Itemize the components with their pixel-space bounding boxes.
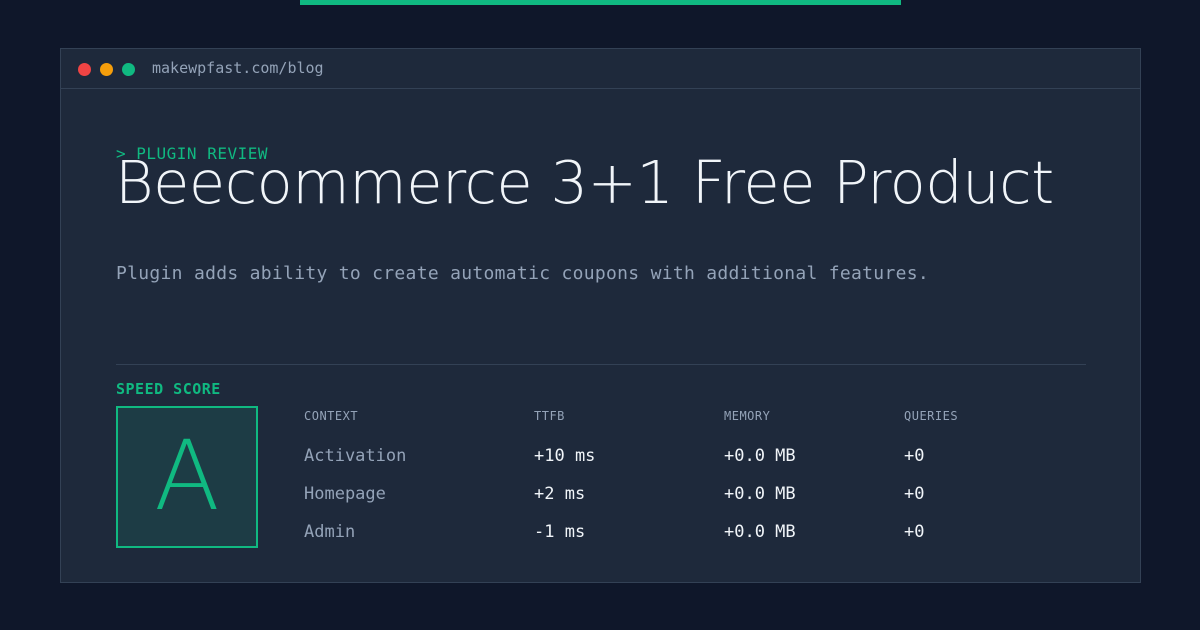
- row-homepage-ttfb: +2 ms: [534, 484, 586, 504]
- post-description: Plugin adds ability to create automatic …: [116, 263, 929, 284]
- close-dot-icon[interactable]: [78, 63, 91, 76]
- row-admin-queries: +0: [904, 522, 925, 542]
- row-activation-ttfb: +10 ms: [534, 446, 596, 466]
- row-activation-queries: +0: [904, 446, 925, 466]
- column-header-memory: MEMORY: [724, 409, 771, 423]
- row-homepage-queries: +0: [904, 484, 925, 504]
- top-accent-bar: [300, 0, 901, 5]
- section-divider: [116, 364, 1086, 365]
- speed-score-grade: A: [154, 420, 220, 532]
- row-homepage-context: Homepage: [304, 484, 386, 504]
- browser-window: makewpfast.com/blog > PLUGIN REVIEW Beec…: [60, 48, 1141, 583]
- row-activation-memory: +0.0 MB: [724, 446, 796, 466]
- minimize-dot-icon[interactable]: [100, 63, 113, 76]
- column-header-ttfb: TTFB: [534, 409, 565, 423]
- row-admin-ttfb: -1 ms: [534, 522, 586, 542]
- row-admin-memory: +0.0 MB: [724, 522, 796, 542]
- speed-score-badge: A: [116, 406, 258, 548]
- column-header-queries: QUERIES: [904, 409, 959, 423]
- row-admin-context: Admin: [304, 522, 356, 542]
- row-activation-context: Activation: [304, 446, 407, 466]
- column-header-context: CONTEXT: [304, 409, 359, 423]
- maximize-dot-icon[interactable]: [122, 63, 135, 76]
- row-homepage-memory: +0.0 MB: [724, 484, 796, 504]
- post-title: Beecommerce 3+1 Free Product: [115, 148, 1054, 217]
- window-titlebar: makewpfast.com/blog: [61, 49, 1140, 89]
- speed-score-label: SPEED SCORE: [116, 380, 221, 398]
- window-url: makewpfast.com/blog: [152, 59, 324, 77]
- metrics-table: CONTEXT TTFB MEMORY QUERIES Activation +…: [304, 406, 1084, 556]
